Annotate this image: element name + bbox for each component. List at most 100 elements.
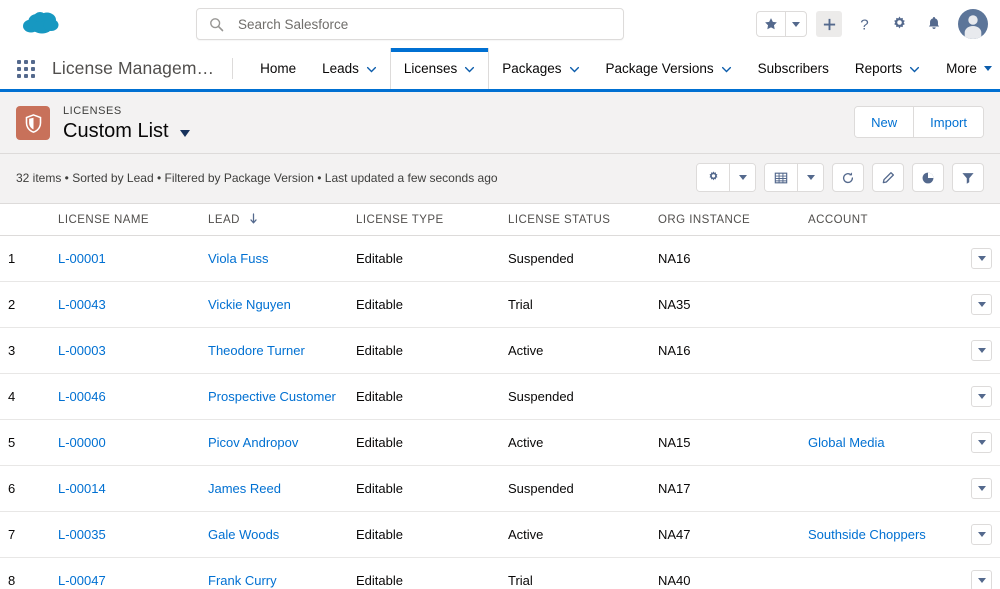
table-row[interactable]: 5 L-00000 Picov Andropov Editable Active NA15…: [0, 419, 1000, 466]
caret-down-icon: [977, 440, 986, 445]
cell-license-status: Trial: [500, 281, 650, 328]
cell-row-actions: [948, 327, 1000, 374]
column-header-label: LICENSE TYPE: [356, 214, 444, 226]
license-name-link[interactable]: L-00047: [58, 573, 106, 588]
global-search[interactable]: [196, 8, 624, 40]
chevron-down-icon[interactable]: [721, 63, 732, 74]
favorite-star-icon[interactable]: [757, 12, 785, 36]
cell-account: [800, 465, 948, 512]
table-row[interactable]: 4 L-00046 Prospective Customer Editable Susp…: [0, 373, 1000, 420]
cell-license-type: Editable: [348, 465, 500, 512]
cell-license-name: L-00047: [50, 557, 200, 589]
edit-button[interactable]: [872, 163, 904, 192]
row-actions-button[interactable]: [971, 248, 992, 269]
license-name-link[interactable]: L-00000: [58, 435, 106, 450]
lead-link[interactable]: Vickie Nguyen: [208, 297, 291, 312]
table-row[interactable]: 7 L-00035 Gale Woods Editable Active NA47 Sout…: [0, 511, 1000, 558]
avatar[interactable]: [958, 9, 988, 39]
column-header-license-type[interactable]: LICENSE TYPE: [348, 204, 500, 236]
nav-tab-package-versions[interactable]: Package Versions: [593, 48, 745, 89]
table-row[interactable]: 8 L-00047 Frank Curry Editable Trial NA40: [0, 557, 1000, 589]
nav-tab-leads[interactable]: Leads: [309, 48, 390, 89]
column-header-lead[interactable]: LEAD: [200, 204, 348, 236]
list-view-controls-button[interactable]: [697, 164, 729, 191]
license-name-link[interactable]: L-00003: [58, 343, 106, 358]
help-icon[interactable]: ?: [851, 11, 877, 37]
column-header-license-status[interactable]: LICENSE STATUS: [500, 204, 650, 236]
search-box[interactable]: [196, 8, 624, 40]
cell-account: [800, 281, 948, 328]
search-input[interactable]: [238, 16, 568, 32]
nav-tab-packages[interactable]: Packages: [489, 48, 592, 89]
display-as-caret[interactable]: [797, 164, 823, 191]
license-name-link[interactable]: L-00014: [58, 481, 106, 496]
row-actions-button[interactable]: [971, 294, 992, 315]
lead-link[interactable]: Viola Fuss: [208, 251, 268, 266]
global-header-actions: ?: [756, 0, 988, 48]
table-row[interactable]: 6 L-00014 James Reed Editable Suspended NA17: [0, 465, 1000, 512]
display-as-button[interactable]: [765, 164, 797, 191]
cell-license-type: Editable: [348, 281, 500, 328]
row-actions-button[interactable]: [971, 478, 992, 499]
nav-tab-more[interactable]: More: [933, 48, 1000, 89]
favorites-chevron-down-icon[interactable]: [786, 12, 806, 36]
lead-link[interactable]: James Reed: [208, 481, 281, 496]
caret-down-icon: [977, 486, 986, 491]
column-header-rownum: [0, 204, 50, 236]
notifications-bell-icon[interactable]: [921, 11, 947, 37]
display-as-group: [764, 163, 824, 192]
license-name-link[interactable]: L-00046: [58, 389, 106, 404]
row-actions-button[interactable]: [971, 524, 992, 545]
cell-row-actions: [948, 373, 1000, 420]
column-header-actions: [948, 204, 1000, 236]
charts-button[interactable]: [912, 163, 944, 192]
nav-tab-reports[interactable]: Reports: [842, 48, 933, 89]
list-view-caret-down-icon[interactable]: [179, 129, 190, 137]
row-actions-button[interactable]: [971, 386, 992, 407]
nav-tab-label: Home: [260, 60, 297, 76]
lead-link[interactable]: Gale Woods: [208, 527, 279, 542]
account-link[interactable]: Global Media: [808, 435, 885, 450]
lead-link[interactable]: Frank Curry: [208, 573, 277, 588]
table-row[interactable]: 1 L-00001 Viola Fuss Editable Suspended NA16: [0, 235, 1000, 282]
lead-link[interactable]: Theodore Turner: [208, 343, 305, 358]
row-actions-button[interactable]: [971, 432, 992, 453]
table-body: 1 L-00001 Viola Fuss Editable Suspended NA16 2…: [0, 235, 1000, 589]
gear-icon[interactable]: [886, 11, 912, 37]
chevron-down-icon[interactable]: [464, 63, 475, 74]
app-name[interactable]: License Managem…: [52, 48, 232, 89]
list-view-controls-caret[interactable]: [729, 164, 755, 191]
salesforce-cloud-logo[interactable]: [20, 8, 66, 40]
row-actions-button[interactable]: [971, 570, 992, 589]
cell-lead: Viola Fuss: [200, 235, 348, 282]
add-icon[interactable]: [816, 11, 842, 37]
new-button[interactable]: New: [855, 107, 914, 137]
refresh-button[interactable]: [832, 163, 864, 192]
lead-link[interactable]: Prospective Customer: [208, 389, 336, 404]
column-header-label: LICENSE NAME: [58, 214, 150, 226]
chevron-down-icon[interactable]: [569, 63, 580, 74]
column-header-account[interactable]: ACCOUNT: [800, 204, 948, 236]
app-launcher-button[interactable]: [0, 48, 52, 89]
row-actions-button[interactable]: [971, 340, 992, 361]
nav-tab-subscribers[interactable]: Subscribers: [745, 48, 842, 89]
cell-row-actions: [948, 465, 1000, 512]
column-header-license-name[interactable]: LICENSE NAME: [50, 204, 200, 236]
favorites-group[interactable]: [756, 11, 807, 37]
chevron-down-icon[interactable]: [909, 63, 920, 74]
import-button[interactable]: Import: [913, 107, 983, 137]
app-navigation-bar: License Managem… Home Leads Licenses Pac…: [0, 48, 1000, 92]
lead-link[interactable]: Picov Andropov: [208, 435, 298, 450]
table-row[interactable]: 2 L-00043 Vickie Nguyen Editable Trial NA35: [0, 281, 1000, 328]
filter-button[interactable]: [952, 163, 984, 192]
license-name-link[interactable]: L-00043: [58, 297, 106, 312]
license-name-link[interactable]: L-00035: [58, 527, 106, 542]
nav-tab-licenses[interactable]: Licenses: [389, 48, 490, 89]
column-header-org-instance[interactable]: ORG INSTANCE: [650, 204, 800, 236]
page-eyebrow: LICENSES: [63, 105, 122, 117]
nav-tab-home[interactable]: Home: [247, 48, 309, 89]
chevron-down-icon[interactable]: [366, 63, 377, 74]
account-link[interactable]: Southside Choppers: [808, 527, 926, 542]
table-row[interactable]: 3 L-00003 Theodore Turner Editable Active NA1…: [0, 327, 1000, 374]
license-name-link[interactable]: L-00001: [58, 251, 106, 266]
